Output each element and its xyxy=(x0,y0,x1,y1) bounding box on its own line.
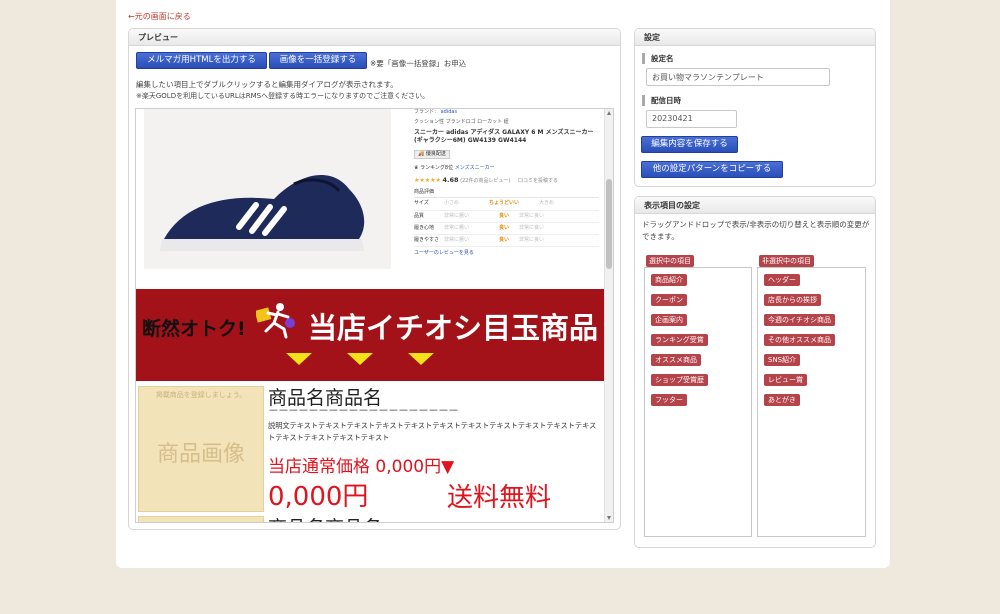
eval-title: 商品評価 xyxy=(414,189,435,196)
eval-label: 履きやすさ xyxy=(414,237,440,244)
rating-value: 4.68 xyxy=(442,176,459,185)
eval-right: 非常に良い xyxy=(519,237,545,244)
banner-left-text: 断然オトク! xyxy=(142,318,246,340)
free-shipping-label[interactable]: 送料無料 xyxy=(447,477,551,514)
display-items-description: ドラッグアンドドロップで表示/非表示の切り替えと表示順の変更ができます。 xyxy=(642,220,870,241)
eval-row: サイズ 小さめ ちょうどいい 大きめ xyxy=(414,198,599,211)
eval-label: 履き心地 xyxy=(414,224,435,231)
brand-label: ブランド： xyxy=(414,109,441,115)
ranking-label: ランキング8位 xyxy=(420,165,454,172)
next-product-image xyxy=(138,516,264,522)
eval-mid: ちょうどいい xyxy=(489,200,520,207)
eval-label: サイズ xyxy=(414,200,429,207)
bulk-image-register-button[interactable]: 画像を一括登録する xyxy=(269,52,367,69)
edit-hint: 編集したい項目上でダブルクリックすると編集用ダイアログが表示されます。 xyxy=(136,80,398,89)
eval-mid: 良い xyxy=(499,212,510,219)
unselected-item[interactable]: レビュー賞 xyxy=(764,374,807,386)
product-image-label: 商品画像 xyxy=(156,442,245,467)
regular-price[interactable]: 当店通常価格 0,000円▼ xyxy=(268,452,454,477)
unselected-items-title: 非選択中の項目 xyxy=(759,255,814,267)
delivery-badge: 🚚 優良配送 xyxy=(414,149,450,160)
eval-right: 非常に良い xyxy=(519,212,545,219)
user-review-link[interactable]: ユーザーのレビューを見る xyxy=(414,250,599,257)
export-html-button[interactable]: メルマガ用HTMLを出力する xyxy=(136,52,267,69)
settings-panel-title: 設定 xyxy=(635,29,875,46)
eval-right: 大きめ xyxy=(539,200,555,207)
star-rating-icon: ★★★★★ xyxy=(414,177,441,185)
register-note: ※要「画像一括登録」お申込 xyxy=(370,59,467,68)
scroll-up-icon[interactable] xyxy=(607,111,611,115)
review-count[interactable]: (22件の商品レビュー) xyxy=(460,178,510,184)
selected-item[interactable]: ショップ受賞歴 xyxy=(651,374,708,386)
unselected-item[interactable]: ヘッダー xyxy=(764,274,800,286)
rating-line: ★★★★★ 4.68 (22件の商品レビュー) 口コミを投稿する xyxy=(414,176,599,186)
selected-item[interactable]: オススメ商品 xyxy=(651,354,701,366)
scroll-down-icon[interactable] xyxy=(607,516,611,520)
save-edits-button[interactable]: 編集内容を保存する xyxy=(641,136,738,153)
preview-panel-title: プレビュー xyxy=(129,29,620,46)
sale-price[interactable]: 0,000円 xyxy=(268,476,368,513)
product-description[interactable]: 説明文テキストテキストテキストテキストテキストテキストテキストテキストテキストテ… xyxy=(268,420,603,443)
review-link[interactable]: 口コミを投稿する xyxy=(518,178,558,184)
eval-left: 小さめ xyxy=(444,200,460,207)
eval-mid: 良い xyxy=(499,237,510,244)
selected-item[interactable]: 企画案内 xyxy=(651,314,687,326)
running-man-icon xyxy=(254,301,296,339)
register-product-hint: 掲載商品を登録しましょう。 xyxy=(155,391,247,399)
selected-items-title: 選択中の項目 xyxy=(646,255,694,267)
product-photo xyxy=(144,109,391,269)
selected-item[interactable]: クーポン xyxy=(651,294,687,306)
eval-table: サイズ 小さめ ちょうどいい 大きめ 品質 非常に悪い 良い 非常に良い 履き心地 非常に悪い… xyxy=(414,197,599,248)
selected-item[interactable]: 商品紹介 xyxy=(651,274,687,286)
unselected-item[interactable]: SNS紹介 xyxy=(764,354,801,366)
eval-mid: 良い xyxy=(499,224,510,231)
product-category: クッション性 ブランドロゴ ローカット 紐 xyxy=(414,119,509,126)
eval-label: 品質 xyxy=(414,212,425,219)
selected-item[interactable]: フッター xyxy=(651,394,687,406)
display-items-title: 表示項目の設定 xyxy=(635,197,875,214)
eval-row: 履き心地 非常に悪い 良い 非常に良い xyxy=(414,223,599,236)
selected-item[interactable]: ランキング受賞 xyxy=(651,334,708,346)
eval-right: 非常に良い xyxy=(519,224,545,231)
ranking-category[interactable]: メンズスニーカー xyxy=(455,165,495,171)
delivery-date-input[interactable]: 20230421 xyxy=(646,110,737,128)
sneaker-image xyxy=(160,175,365,251)
back-link[interactable]: ←元の画面に戻る xyxy=(128,11,191,22)
unselected-item[interactable]: 今週のイチオシ商品 xyxy=(764,314,835,326)
eval-row: 履きやすさ 非常に悪い 良い 非常に良い xyxy=(414,235,599,248)
scroll-thumb[interactable] xyxy=(606,179,612,269)
setting-name-input[interactable]: お買い物マラソンテンプレート xyxy=(646,68,830,86)
truck-icon: 🚚 xyxy=(418,150,425,157)
delivery-label: 優良配送 xyxy=(425,150,446,157)
banner-main-text: 当店イチオシ目玉商品 xyxy=(308,311,599,345)
recommend-banner[interactable]: 断然オトク! 当店イチオシ目玉商品 xyxy=(136,289,605,381)
banner-arrows xyxy=(286,353,434,365)
unselected-item[interactable]: 店長からの挨拶 xyxy=(764,294,821,306)
brand-line: ブランド： adidas xyxy=(414,109,599,116)
product-image-placeholder[interactable]: 掲載商品を登録しましょう。 商品画像 xyxy=(138,386,264,512)
preview-scrollbar[interactable] xyxy=(604,109,613,522)
unselected-item[interactable]: その他オススメ商品 xyxy=(764,334,835,346)
eval-left: 非常に悪い xyxy=(444,237,470,244)
eval-row: 品質 非常に悪い 良い 非常に良い xyxy=(414,211,599,223)
brand-name: adidas xyxy=(440,109,458,115)
eval-left: 非常に悪い xyxy=(444,224,470,231)
crown-icon: ♛ xyxy=(414,165,419,172)
eval-left: 非常に悪い xyxy=(444,212,470,219)
product-name: スニーカー adidas アディダス GALAXY 6 M メンズスニーカー (… xyxy=(414,128,594,145)
next-product-name: 商品名商品名 xyxy=(268,513,382,522)
product-name-dashes: －－－－－－－－－－－－－－－－－－－ xyxy=(268,404,459,417)
ranking-line: ♛ ランキング8位 メンズスニーカー xyxy=(414,165,599,172)
rakuten-gold-warning: ※楽天GOLDを利用しているURLはRMSへ登録する時エラーになりますのでご注意… xyxy=(136,92,430,100)
delivery-date-label: 配信日時 xyxy=(642,95,681,106)
setting-name-label: 設定名 xyxy=(642,53,674,64)
preview-frame[interactable]: ブランド： adidas クッション性 ブランドロゴ ローカット 紐 スニーカー… xyxy=(135,108,614,523)
copy-pattern-button[interactable]: 他の設定パターンをコピーする xyxy=(641,161,783,178)
unselected-items-list[interactable]: ヘッダー 店長からの挨拶 今週のイチオシ商品 その他オススメ商品 SNS紹介 レ… xyxy=(757,267,866,537)
selected-items-list[interactable]: 商品紹介 クーポン 企画案内 ランキング受賞 オススメ商品 ショップ受賞歴 フッ… xyxy=(644,267,752,537)
unselected-item[interactable]: あとがき xyxy=(764,394,800,406)
